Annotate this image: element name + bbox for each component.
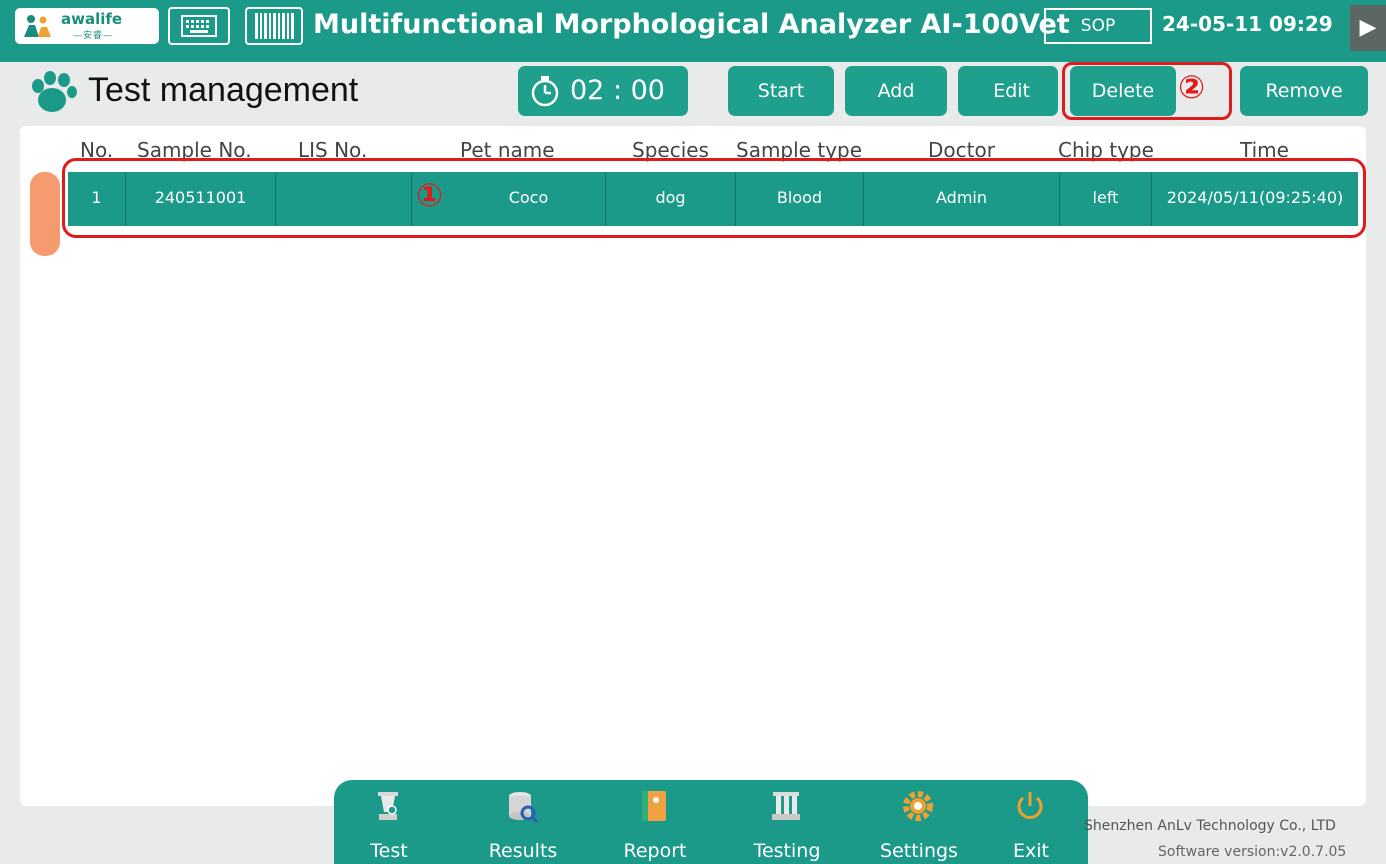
start-button[interactable]: Start <box>728 66 834 116</box>
remove-button[interactable]: Remove <box>1240 66 1368 116</box>
row-highlight-box <box>62 158 1366 238</box>
company-name: Shenzhen AnLv Technology Co., LTD <box>1084 818 1336 834</box>
page-title: Test management <box>88 71 359 109</box>
results-icon <box>509 792 539 824</box>
keyboard-button[interactable] <box>168 7 230 45</box>
logo-text: awalife <box>61 10 123 28</box>
title-bar: awalife —安睿— Multifunctional Morphologic… <box>0 0 1386 62</box>
step-marker-2: ② <box>1178 68 1206 106</box>
dock-report-button[interactable]: Report <box>600 780 710 864</box>
dock-settings-button[interactable]: Settings <box>864 780 974 864</box>
step-marker-1: ① <box>416 176 444 214</box>
dock-label-test: Test <box>370 840 408 862</box>
power-icon <box>1017 792 1043 819</box>
add-button[interactable]: Add <box>845 66 947 116</box>
edit-button[interactable]: Edit <box>958 66 1058 116</box>
dock-label-testing: Testing <box>753 840 821 862</box>
dock-test-button[interactable]: Test <box>334 780 444 864</box>
brand-logo: awalife —安睿— <box>15 8 159 44</box>
bottom-dock: Test Results Report Testing Settings Exi… <box>334 780 1088 864</box>
report-icon <box>642 791 666 821</box>
testing-icon <box>772 792 800 820</box>
side-scroll-tab[interactable] <box>30 172 60 256</box>
test-icon <box>378 792 398 820</box>
timer-value: 02 : 00 <box>570 75 665 106</box>
delete-highlight-box <box>1062 62 1232 120</box>
dock-label-exit: Exit <box>1013 840 1049 862</box>
date-time: 24-05-11 09:29 <box>1162 12 1333 36</box>
dock-exit-button[interactable]: Exit <box>976 780 1086 864</box>
expand-arrow-icon[interactable]: ▶ <box>1350 5 1386 51</box>
dock-label-settings: Settings <box>880 840 958 862</box>
keyboard-icon <box>181 15 217 37</box>
dock-testing-button[interactable]: Testing <box>732 780 842 864</box>
software-version: Software version:v2.0.7.05 <box>1158 844 1347 860</box>
dock-label-results: Results <box>488 840 558 862</box>
sop-button[interactable]: SOP <box>1044 8 1152 44</box>
stopwatch-icon <box>531 76 559 107</box>
logo-subtext: —安睿— <box>73 31 114 41</box>
app-title: Multifunctional Morphological Analyzer A… <box>313 9 1070 40</box>
countdown-timer: 02 : 00 <box>518 66 688 116</box>
dock-label-report: Report <box>623 840 687 862</box>
barcode-icon <box>255 13 294 39</box>
dock-results-button[interactable]: Results <box>468 780 578 864</box>
barcode-button[interactable] <box>245 7 303 45</box>
paw-icon <box>32 71 77 112</box>
test-list-area[interactable] <box>62 158 1366 798</box>
settings-icon <box>903 791 933 821</box>
family-logo-icon <box>24 15 51 37</box>
